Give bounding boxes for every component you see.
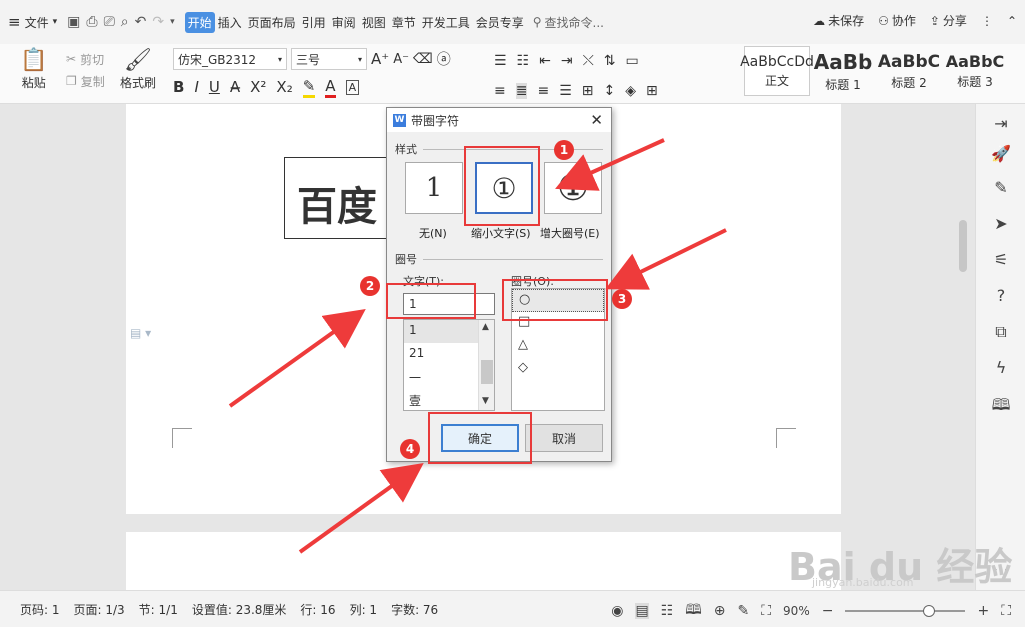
arrow-to-circle: [605, 228, 727, 290]
arrow-to-style: [555, 138, 665, 191]
annotation-arrows: [228, 138, 727, 554]
arrow-to-text: [228, 309, 366, 408]
arrow-to-ok: [298, 462, 424, 554]
